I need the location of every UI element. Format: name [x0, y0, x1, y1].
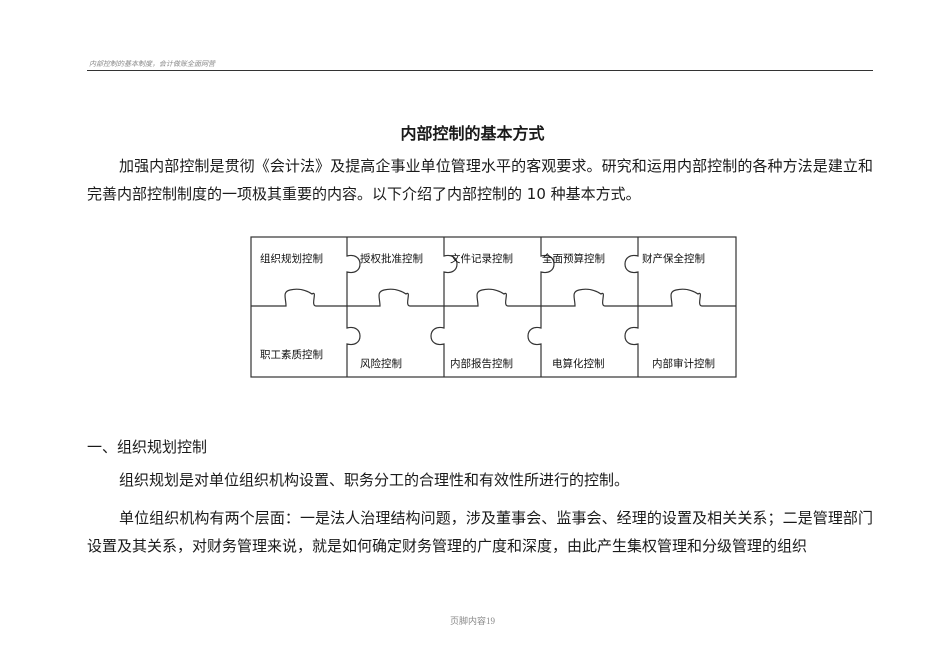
section-heading: 一、组织规划控制 — [87, 438, 208, 456]
puzzle-vertical-edge-1 — [346, 237, 361, 377]
puzzle-piece-label: 全面预算控制 — [542, 252, 605, 265]
puzzle-piece-label: 授权批准控制 — [360, 252, 423, 265]
puzzle-piece-label: 内部报告控制 — [450, 357, 513, 370]
section-paragraph-2: 单位组织机构有两个层面：一是法人治理结构问题，涉及董事会、监事会、经理的设置及相… — [87, 509, 873, 555]
document-title: 内部控制的基本方式 — [400, 124, 545, 143]
header-divider — [87, 70, 873, 71]
puzzle-middle-edge — [251, 288, 736, 307]
page-header: 内部控制的基本制度，会计做账全面网营 — [89, 60, 215, 68]
section-paragraph-1: 组织规划是对单位组织机构设置、职务分工的合理性和有效性所进行的控制。 — [119, 471, 630, 489]
puzzle-vertical-edge-4 — [624, 237, 639, 377]
puzzle-piece-label: 职工素质控制 — [260, 348, 323, 361]
page-footer: 页脚内容19 — [449, 616, 495, 626]
puzzle-piece-label: 内部审计控制 — [652, 357, 715, 370]
puzzle-piece-label: 组织规划控制 — [260, 252, 323, 265]
puzzle-piece-label: 电算化控制 — [552, 357, 605, 370]
puzzle-diagram: 组织规划控制 授权批准控制 文件记录控制 全面预算控制 财产保全控制 职工素质控… — [250, 236, 737, 378]
puzzle-piece-label: 文件记录控制 — [450, 252, 513, 265]
puzzle-piece-label: 财产保全控制 — [642, 252, 705, 265]
puzzle-piece-label: 风险控制 — [360, 357, 402, 370]
intro-paragraph: 加强内部控制是贯彻《会计法》及提高企事业单位管理水平的客观要求。研究和运用内部控… — [87, 157, 873, 203]
